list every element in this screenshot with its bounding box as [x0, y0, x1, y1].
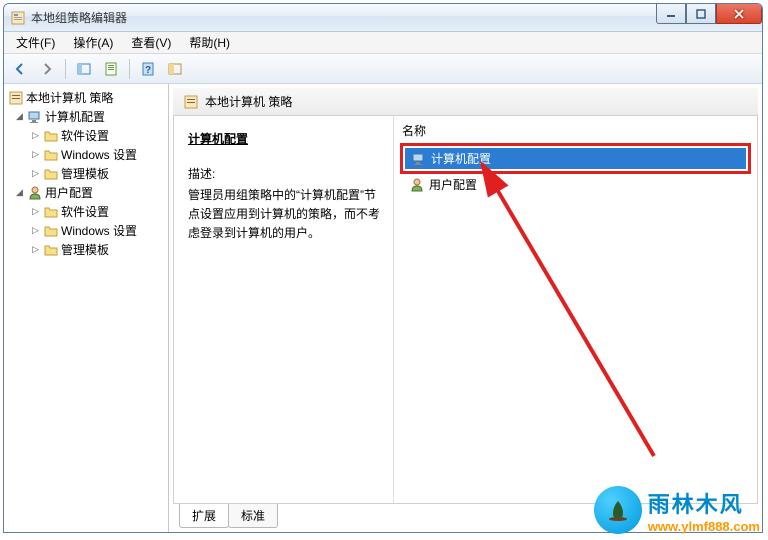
description-label: 描述: [188, 165, 383, 182]
detail-description-pane: 计算机配置 描述: 管理员用组策略中的“计算机配置”节点设置应用到计算机的策略，… [174, 116, 394, 503]
help-button[interactable]: ? [136, 57, 160, 81]
tab-standard[interactable]: 标准 [228, 503, 278, 528]
expand-icon[interactable]: ▷ [30, 244, 41, 255]
section-title: 计算机配置 [188, 130, 383, 147]
folder-icon [43, 147, 59, 163]
app-icon [10, 10, 26, 26]
tree-windows-settings[interactable]: ▷ Windows 设置 [6, 221, 166, 240]
tab-extended[interactable]: 扩展 [179, 503, 229, 528]
tree-label: 软件设置 [61, 127, 109, 144]
list-item-label: 用户配置 [429, 176, 477, 193]
computer-icon [411, 151, 427, 167]
window-title: 本地组策略编辑器 [31, 9, 127, 26]
folder-icon [43, 223, 59, 239]
expand-icon[interactable]: ▷ [30, 225, 41, 236]
detail-panel: 本地计算机 策略 计算机配置 描述: 管理员用组策略中的“计算机配置”节点设置应… [169, 84, 762, 532]
folder-icon [43, 128, 59, 144]
policy-icon [8, 90, 24, 106]
back-button[interactable] [8, 57, 32, 81]
detail-header: 本地计算机 策略 [173, 88, 758, 116]
list-item-label: 计算机配置 [431, 150, 491, 167]
tree-label: 用户配置 [45, 184, 93, 201]
menu-help[interactable]: 帮助(H) [181, 32, 238, 53]
list-item-user-config[interactable]: 用户配置 [394, 174, 757, 195]
computer-icon [27, 109, 43, 125]
expand-icon[interactable]: ▷ [30, 130, 41, 141]
tree-panel: 本地计算机 策略 ◢ 计算机配置 ▷ 软件设置 ▷ Windows 设置 ▷ 管… [4, 84, 169, 532]
watermark-brand: 雨林木风 [648, 487, 760, 519]
watermark-url: www.ylmf888.com [648, 519, 760, 534]
folder-icon [43, 166, 59, 182]
svg-text:?: ? [145, 65, 151, 76]
detail-list-pane: 名称 计算机配置 用户配置 [394, 116, 757, 503]
menu-view[interactable]: 查看(V) [123, 32, 179, 53]
properties-button[interactable] [99, 57, 123, 81]
expand-icon[interactable]: ▷ [30, 168, 41, 179]
folder-icon [43, 204, 59, 220]
tree-user-config[interactable]: ◢ 用户配置 [6, 183, 166, 202]
titlebar: 本地组策略编辑器 [4, 4, 762, 32]
description-text: 管理员用组策略中的“计算机配置”节点设置应用到计算机的策略，而不考虑登录到计算机… [188, 186, 383, 244]
user-icon [409, 177, 425, 193]
collapse-icon[interactable]: ◢ [14, 111, 25, 122]
menubar: 文件(F) 操作(A) 查看(V) 帮助(H) [4, 32, 762, 54]
toolbar: ? [4, 54, 762, 84]
tree-label: 软件设置 [61, 203, 109, 220]
filter-button[interactable] [163, 57, 187, 81]
collapse-icon[interactable]: ◢ [14, 187, 25, 198]
toolbar-separator [65, 59, 66, 79]
tree-software-settings[interactable]: ▷ 软件设置 [6, 126, 166, 145]
tree-label: Windows 设置 [61, 146, 137, 163]
expand-icon[interactable]: ▷ [30, 206, 41, 217]
tree-computer-config[interactable]: ◢ 计算机配置 [6, 107, 166, 126]
folder-icon [43, 242, 59, 258]
tree-label: Windows 设置 [61, 222, 137, 239]
tree-windows-settings[interactable]: ▷ Windows 设置 [6, 145, 166, 164]
column-header-name[interactable]: 名称 [394, 116, 757, 143]
watermark-logo [594, 486, 642, 534]
policy-icon [183, 94, 199, 110]
user-icon [27, 185, 43, 201]
tree-software-settings[interactable]: ▷ 软件设置 [6, 202, 166, 221]
menu-action[interactable]: 操作(A) [65, 32, 121, 53]
annotation-highlight: 计算机配置 [400, 143, 751, 174]
tree-label: 管理模板 [61, 165, 109, 182]
menu-file[interactable]: 文件(F) [8, 32, 63, 53]
expand-icon[interactable]: ▷ [30, 149, 41, 160]
watermark: 雨林木风 www.ylmf888.com [594, 486, 760, 534]
tree-label: 本地计算机 策略 [26, 89, 113, 106]
close-button[interactable] [716, 4, 762, 24]
maximize-button[interactable] [686, 4, 716, 24]
toolbar-separator [129, 59, 130, 79]
tree-root[interactable]: 本地计算机 策略 [6, 88, 166, 107]
tree-admin-templates[interactable]: ▷ 管理模板 [6, 240, 166, 259]
minimize-button[interactable] [656, 4, 686, 24]
tree-label: 管理模板 [61, 241, 109, 258]
forward-button[interactable] [35, 57, 59, 81]
tree-label: 计算机配置 [45, 108, 105, 125]
list-item-computer-config[interactable]: 计算机配置 [405, 148, 746, 169]
window-controls [656, 4, 762, 24]
tree-admin-templates[interactable]: ▷ 管理模板 [6, 164, 166, 183]
show-hide-tree-button[interactable] [72, 57, 96, 81]
detail-header-title: 本地计算机 策略 [205, 93, 292, 110]
